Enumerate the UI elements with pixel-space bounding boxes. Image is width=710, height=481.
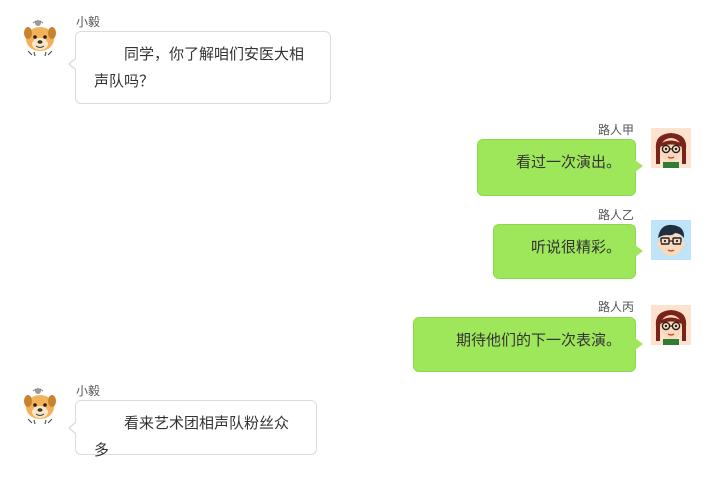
message-text: 看过一次演出。 (515, 153, 621, 171)
chat-message: 小毅 同学，你了解咱们安医大相声队吗？ (0, 0, 710, 110)
girl-glasses-avatar-icon[interactable] (651, 128, 691, 168)
bubble-tail (635, 338, 643, 350)
message-text: 看来艺术团相声队粉丝众多 (94, 414, 290, 459)
message-text: 同学，你了解咱们安医大相声队吗？ (94, 45, 305, 90)
message-text: 听说很精彩。 (530, 238, 621, 256)
dog-avatar-icon[interactable] (20, 385, 60, 425)
message-bubble[interactable]: 听说很精彩。 (493, 224, 643, 279)
chat-message: 小毅 看来艺术团相声队粉丝众多 (0, 380, 710, 481)
bubble-tail (635, 160, 643, 172)
message-bubble[interactable]: 看过一次演出。 (477, 139, 643, 196)
sender-name: 小毅 (76, 384, 101, 398)
girl-glasses-avatar-icon[interactable] (651, 305, 691, 345)
bubble-tail (635, 245, 643, 257)
sender-name: 路人乙 (597, 208, 634, 222)
boy-glasses-avatar-icon[interactable] (651, 220, 691, 260)
message-text: 期待他们的下一次表演。 (455, 331, 621, 349)
message-bubble[interactable]: 同学，你了解咱们安医大相声队吗？ (68, 31, 331, 104)
message-bubble[interactable]: 看来艺术团相声队粉丝众多 (68, 400, 317, 459)
chat-message: 路人乙 听说很精彩。 (0, 200, 710, 285)
chat-message: 路人甲 看过一次演出。 (0, 110, 710, 200)
sender-name: 路人丙 (597, 300, 634, 314)
chat-message: 路人丙 期待他们的下一次表演。 (0, 285, 710, 380)
sender-name: 小毅 (76, 15, 101, 29)
message-bubble[interactable]: 期待他们的下一次表演。 (413, 317, 643, 372)
sender-name: 路人甲 (597, 123, 634, 137)
dog-avatar-icon[interactable] (20, 17, 60, 57)
bubble-tail (70, 422, 77, 434)
bubble-tail (70, 58, 77, 70)
